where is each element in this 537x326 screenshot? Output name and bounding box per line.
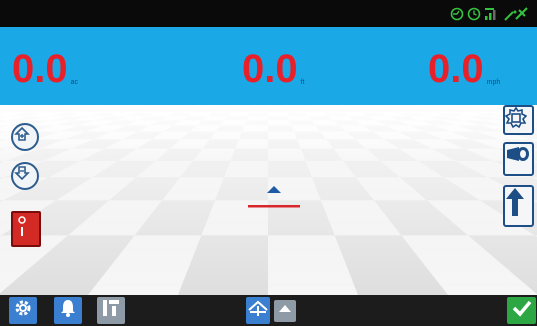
readout-bar: 0.0 ac 0.0 ft 0.0 mph [0,27,537,105]
speed-unit: mph [486,79,501,86]
master-switch-button[interactable] [11,211,41,247]
distance-value: 0.0 [242,47,298,91]
implement-view-button[interactable] [246,297,270,324]
zoom-out-button[interactable] [11,162,39,190]
status-bar [0,0,537,27]
layout-button[interactable] [97,297,125,324]
status-icons [450,4,529,24]
checkmark-icon [511,297,533,324]
layout-icon [101,298,121,323]
bell-icon [58,298,78,323]
north-up-button[interactable] [503,185,534,227]
field-map-view[interactable] [0,105,537,295]
display-settings-button[interactable] [503,105,534,135]
settings-button[interactable] [9,297,37,324]
collapse-button[interactable] [274,300,296,322]
area-readout[interactable]: 0.0 ac [12,31,78,91]
signal-strength-icon [484,7,500,21]
vehicle-marker-icon [248,186,300,208]
timer-icon [467,7,481,21]
area-unit: ac [70,79,79,86]
distance-readout[interactable]: 0.0 ft [242,31,305,91]
zoom-in-button[interactable] [11,123,39,151]
implement-view-icon [248,298,268,323]
bottom-toolbar [0,295,537,326]
distance-unit: ft [300,79,305,86]
alerts-button[interactable] [54,297,82,324]
gear-icon [13,298,33,323]
speed-readout[interactable]: 0.0 mph [428,31,500,91]
camera-view-button[interactable] [503,142,534,176]
speed-value: 0.0 [428,47,484,91]
collapse-icon [278,302,292,321]
satellite-icon [503,6,529,22]
gps-status-icon [450,7,464,21]
confirm-button[interactable] [507,297,536,324]
area-value: 0.0 [12,47,68,91]
